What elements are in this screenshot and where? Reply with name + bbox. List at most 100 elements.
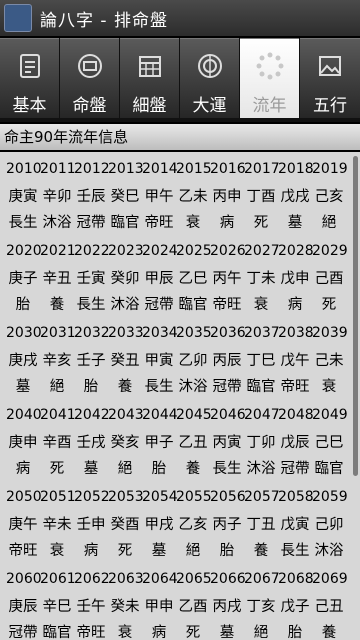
year-cell: 2065 [176, 571, 212, 587]
stage-cell: 絕 [117, 460, 133, 477]
year-cell: 2012 [74, 161, 110, 177]
tab-label: 基本 [12, 96, 47, 116]
stage-cell: 墓 [83, 460, 99, 477]
year-cell: 2033 [108, 325, 144, 341]
year-cell: 2068 [278, 571, 314, 587]
compass-icon [193, 49, 227, 83]
ganzhi-cell: 癸丑 [110, 352, 140, 369]
year-cell: 2056 [210, 489, 246, 505]
year-cell: 2045 [176, 407, 212, 423]
stage-cell: 養 [49, 296, 65, 313]
tab-label: 大運 [192, 96, 227, 116]
tab-elements[interactable]: 五行 [300, 38, 360, 118]
year-cell: 2011 [40, 161, 76, 177]
year-cell: 2059 [312, 489, 348, 505]
ganzhi-cell: 乙酉 [178, 598, 208, 615]
year-cell: 2027 [244, 243, 280, 259]
ganzhi-cell: 乙丑 [178, 434, 208, 451]
ganzhi-cell: 壬辰 [76, 188, 106, 205]
stage-cell: 冠帶 [144, 296, 174, 313]
tab-chart[interactable]: 命盤 [60, 38, 119, 118]
ganzhi-cell: 乙未 [178, 188, 208, 205]
stage-row: 墓 絕 胎 養長生 沐浴 冠帶 臨官 帝旺衰 [0, 372, 360, 398]
stage-cell: 墓 [287, 214, 303, 231]
ganzhi-cell: 癸未 [110, 598, 140, 615]
year-cell: 2030 [6, 325, 42, 341]
stage-cell: 冠帶 [8, 624, 38, 640]
ganzhi-cell: 辛未 [42, 516, 72, 533]
title-bar: 論八字 - 排命盤 [0, 0, 360, 36]
year-cell: 2032 [74, 325, 110, 341]
ganzhi-cell: 戊申 [280, 270, 310, 287]
stage-cell: 長生 [212, 460, 242, 477]
stage-cell: 絕 [253, 624, 269, 640]
stage-row: 胎 養長生 沐浴 冠帶 臨官 帝旺衰 病 死 [0, 290, 360, 316]
stage-row: 冠帶 臨官 帝旺衰 病 死 墓 絕 胎 養 [0, 618, 360, 640]
ganzhi-row: 庚辰 辛巳 壬午 癸未 甲申 乙酉 丙戌 丁亥 戊子 己丑 [0, 592, 360, 618]
stage-cell: 死 [49, 460, 65, 477]
ganzhi-cell: 己亥 [314, 188, 344, 205]
ganzhi-cell: 癸亥 [110, 434, 140, 451]
ganzhi-cell: 庚戌 [8, 352, 38, 369]
year-cell: 2022 [74, 243, 110, 259]
year-cell: 2015 [176, 161, 212, 177]
ganzhi-cell: 戊寅 [280, 516, 310, 533]
year-cell: 2031 [40, 325, 76, 341]
year-cell: 2039 [312, 325, 348, 341]
stage-cell: 胎 [287, 624, 303, 640]
stage-cell: 臨官 [314, 460, 344, 477]
tab-yearly[interactable]: 流年 [240, 38, 299, 118]
ganzhi-cell: 己丑 [314, 598, 344, 615]
stage-cell: 冠帶 [212, 378, 242, 395]
year-cell: 2028 [278, 243, 314, 259]
ganzhi-row: 庚子 辛丑 壬寅 癸卯 甲辰 乙巳 丙午 丁未 戊申 己酉 [0, 264, 360, 290]
stage-cell: 墓 [151, 542, 167, 559]
stage-cell: 養 [253, 542, 269, 559]
year-cell: 2036 [210, 325, 246, 341]
stage-cell: 絕 [49, 378, 65, 395]
year-cell: 2044 [142, 407, 178, 423]
year-cell: 2048 [278, 407, 314, 423]
years-row: 2040 2041 2042 2043 2044 2045 2046 2047 2048 2049 [0, 402, 360, 428]
year-cell: 2034 [142, 325, 178, 341]
yearly-info-list[interactable]: 2010 2011 2012 2013 2014 2015 2016 2017 2018 2019… [0, 152, 360, 640]
stage-cell: 胎 [83, 378, 99, 395]
ganzhi-cell: 甲辰 [144, 270, 174, 287]
year-cell: 2014 [142, 161, 178, 177]
year-cell: 2049 [312, 407, 348, 423]
landscape-icon [313, 49, 347, 83]
ganzhi-cell: 戊子 [280, 598, 310, 615]
stage-cell: 沐浴 [314, 542, 344, 559]
ganzhi-cell: 壬子 [76, 352, 106, 369]
ganzhi-cell: 癸巳 [110, 188, 140, 205]
year-cell: 2024 [142, 243, 178, 259]
stage-cell: 長生 [144, 378, 174, 395]
tab-basic[interactable]: 基本 [0, 38, 59, 118]
stage-cell: 養 [321, 624, 337, 640]
year-cell: 2057 [244, 489, 280, 505]
ganzhi-cell: 戊辰 [280, 434, 310, 451]
stage-cell: 沐浴 [110, 296, 140, 313]
year-cell: 2053 [108, 489, 144, 505]
tab-luck[interactable]: 大運 [180, 38, 239, 118]
tab-detail[interactable]: 細盤 [120, 38, 179, 118]
stage-cell: 絕 [321, 214, 337, 231]
scrollbar[interactable] [353, 156, 358, 476]
stage-cell: 衰 [185, 214, 201, 231]
year-block: 2060 2061 2062 2063 2064 2065 2066 2067 2068 2069… [0, 566, 360, 640]
ganzhi-cell: 乙亥 [178, 516, 208, 533]
year-cell: 2037 [244, 325, 280, 341]
year-cell: 2055 [176, 489, 212, 505]
stage-cell: 養 [185, 460, 201, 477]
stage-cell: 死 [185, 624, 201, 640]
ganzhi-row: 庚申 辛酉 壬戌 癸亥 甲子 乙丑 丙寅 丁卯 戊辰 己巳 [0, 428, 360, 454]
year-cell: 2051 [40, 489, 76, 505]
ganzhi-cell: 丁未 [246, 270, 276, 287]
years-row: 2030 2031 2032 2033 2034 2035 2036 2037 2038 2039 [0, 320, 360, 346]
ganzhi-cell: 辛酉 [42, 434, 72, 451]
year-cell: 2063 [108, 571, 144, 587]
stage-cell: 胎 [151, 460, 167, 477]
year-cell: 2060 [6, 571, 42, 587]
stage-cell: 死 [253, 214, 269, 231]
year-cell: 2046 [210, 407, 246, 423]
